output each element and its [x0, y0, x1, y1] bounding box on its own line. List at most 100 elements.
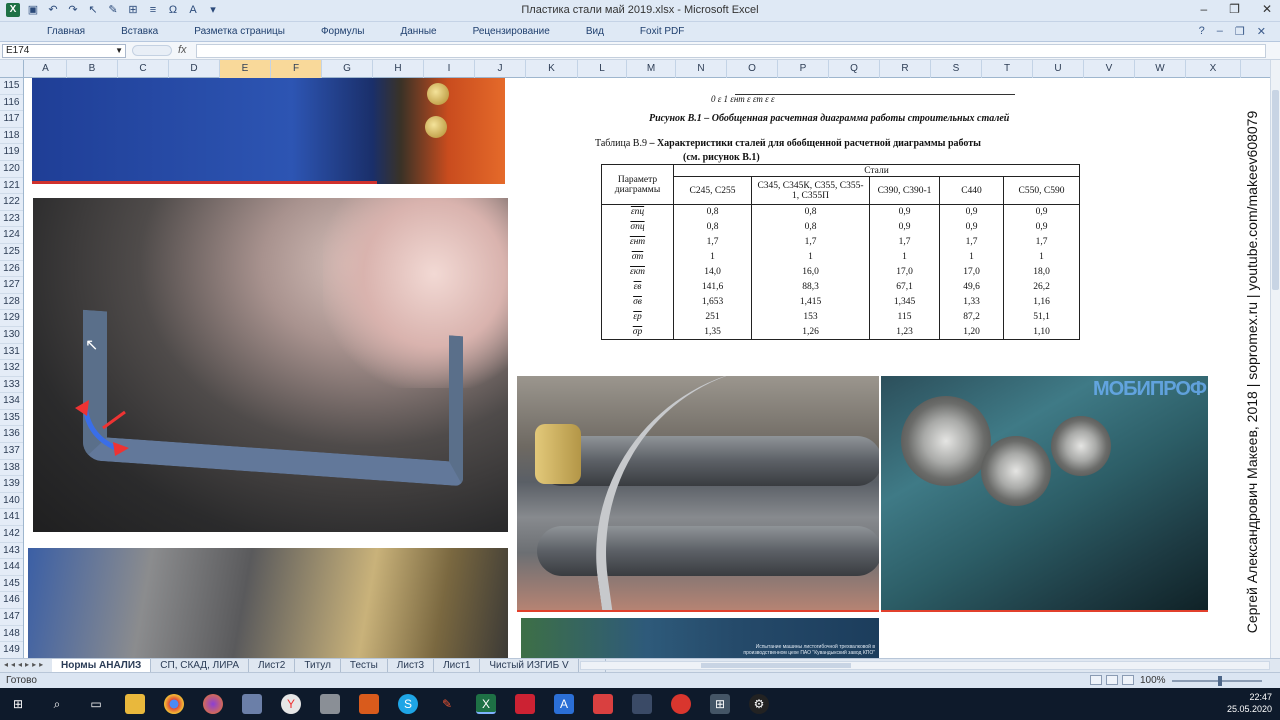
embedded-image-machine-blue[interactable] [32, 78, 505, 184]
embedded-image-rolling-machine[interactable] [517, 376, 879, 612]
app-icon[interactable] [515, 694, 535, 714]
minimize-button[interactable]: – [1200, 2, 1207, 16]
row-header[interactable]: 128 [0, 294, 23, 311]
embedded-image-video-still[interactable]: Испытание машины листогибочной трехвалко… [521, 618, 879, 658]
select-all-corner[interactable] [0, 60, 24, 78]
page-layout-view-button[interactable] [1106, 675, 1118, 685]
excel-taskbar-icon[interactable]: X [476, 694, 496, 714]
row-header[interactable]: 122 [0, 194, 23, 211]
row-header[interactable]: 130 [0, 327, 23, 344]
page-break-view-button[interactable] [1122, 675, 1134, 685]
column-header-l[interactable]: L [578, 60, 627, 78]
row-header[interactable]: 134 [0, 393, 23, 410]
column-header-t[interactable]: T [982, 60, 1033, 78]
worksheet-grid[interactable]: ↖ МОБИПРОФ Испытание машины листогибочно… [25, 78, 1270, 658]
close-button[interactable]: ✕ [1262, 2, 1272, 16]
row-header[interactable]: 140 [0, 493, 23, 510]
column-header-s[interactable]: S [931, 60, 982, 78]
row-header[interactable]: 136 [0, 426, 23, 444]
column-header-q[interactable]: Q [829, 60, 880, 78]
sheet-tab[interactable]: Лист1 [434, 659, 481, 672]
row-header[interactable]: 117 [0, 111, 23, 128]
row-header[interactable]: 141 [0, 509, 23, 527]
column-header-i[interactable]: I [424, 60, 475, 78]
column-header-p[interactable]: P [778, 60, 829, 78]
sheet-tab[interactable]: Лист2 [249, 659, 296, 672]
chrome-icon[interactable] [164, 694, 184, 714]
file-explorer-icon[interactable] [125, 694, 145, 714]
name-box[interactable]: E174 ▼ [2, 44, 126, 58]
tab-page-layout[interactable]: Разметка страницы [194, 26, 285, 37]
sheet-tab[interactable]: Нормы АНАЛИЗ [52, 659, 152, 672]
column-header-b[interactable]: B [67, 60, 118, 78]
column-header-r[interactable]: R [880, 60, 931, 78]
zoom-slider[interactable] [1172, 680, 1262, 682]
column-header-f[interactable]: F [271, 60, 322, 78]
sheet-nav-arrows[interactable]: ◂◂◂▸▸▸ [4, 660, 46, 669]
row-header[interactable]: 138 [0, 460, 23, 477]
row-header[interactable]: 124 [0, 227, 23, 244]
app-icon[interactable] [671, 694, 691, 714]
row-header[interactable]: 129 [0, 310, 23, 327]
column-header-k[interactable]: K [526, 60, 578, 78]
normal-view-button[interactable] [1090, 675, 1102, 685]
sheet-tab[interactable]: Титул [295, 659, 341, 672]
zoom-slider-thumb[interactable] [1218, 676, 1222, 686]
insert-function-icon[interactable]: fx [178, 44, 187, 56]
row-header[interactable]: 132 [0, 360, 23, 377]
row-header[interactable]: 144 [0, 559, 23, 576]
close-workbook-icon[interactable]: ✕ [1257, 25, 1266, 38]
video-editor-icon[interactable] [632, 694, 652, 714]
zoom-level[interactable]: 100% [1140, 675, 1166, 686]
sheet-tab[interactable]: СП, СКАД, ЛИРА [151, 659, 250, 672]
row-header[interactable]: 135 [0, 410, 23, 427]
row-header[interactable]: 116 [0, 95, 23, 112]
row-header[interactable]: 131 [0, 344, 23, 361]
column-header-h[interactable]: H [373, 60, 424, 78]
row-header[interactable]: 118 [0, 128, 23, 145]
windows-start-icon[interactable]: ⊞ [8, 694, 28, 714]
pdf-icon[interactable] [359, 694, 379, 714]
tab-foxit-pdf[interactable]: Foxit PDF [640, 26, 684, 37]
row-header[interactable]: 123 [0, 211, 23, 228]
tab-view[interactable]: Вид [586, 26, 604, 37]
column-header-v[interactable]: V [1084, 60, 1135, 78]
row-header[interactable]: 119 [0, 144, 23, 161]
embedded-image-channel-bending[interactable]: ↖ [33, 198, 508, 532]
column-header-d[interactable]: D [169, 60, 220, 78]
tab-home[interactable]: Главная [47, 26, 85, 37]
row-header[interactable]: 139 [0, 476, 23, 493]
horizontal-scrollbar[interactable] [580, 661, 1270, 670]
help-icon[interactable]: ? [1199, 25, 1205, 38]
firefox-icon[interactable] [203, 694, 223, 714]
column-header-e[interactable]: E [220, 60, 271, 78]
column-header-x[interactable]: X [1186, 60, 1241, 78]
skype-icon[interactable]: S [398, 694, 418, 714]
minimize-workbook-icon[interactable]: – [1217, 25, 1223, 38]
row-header[interactable]: 149 [0, 642, 23, 658]
formula-bar-resize-handle[interactable] [132, 45, 172, 56]
sheet-tab[interactable]: Чистый ИЗГИБ V [480, 659, 579, 672]
embedded-image-profile-bender[interactable]: МОБИПРОФ [881, 376, 1208, 612]
tab-formulas[interactable]: Формулы [321, 26, 365, 37]
row-header[interactable]: 142 [0, 526, 23, 543]
row-header[interactable]: 145 [0, 576, 23, 593]
embedded-image-workshop[interactable] [28, 548, 508, 658]
row-header[interactable]: 133 [0, 377, 23, 394]
chevron-down-icon[interactable]: ▼ [115, 45, 123, 57]
app-icon[interactable]: A [554, 694, 574, 714]
app-icon[interactable] [242, 694, 262, 714]
horizontal-scroll-thumb[interactable] [701, 663, 851, 668]
vertical-scroll-thumb[interactable] [1272, 90, 1279, 290]
yandex-icon[interactable]: Y [281, 694, 301, 714]
column-header-w[interactable]: W [1135, 60, 1186, 78]
sheet-tab[interactable]: Лист3 [388, 659, 435, 672]
system-clock[interactable]: 22:47 25.05.2020 [1227, 691, 1272, 715]
search-icon[interactable]: ⌕ [47, 694, 67, 714]
sheet-tab[interactable]: Тесты [341, 659, 388, 672]
column-header-n[interactable]: N [676, 60, 727, 78]
row-header[interactable]: 146 [0, 592, 23, 609]
row-header[interactable]: 148 [0, 626, 23, 643]
calculator-icon[interactable]: ⊞ [710, 694, 730, 714]
column-header-a[interactable]: A [25, 60, 67, 78]
